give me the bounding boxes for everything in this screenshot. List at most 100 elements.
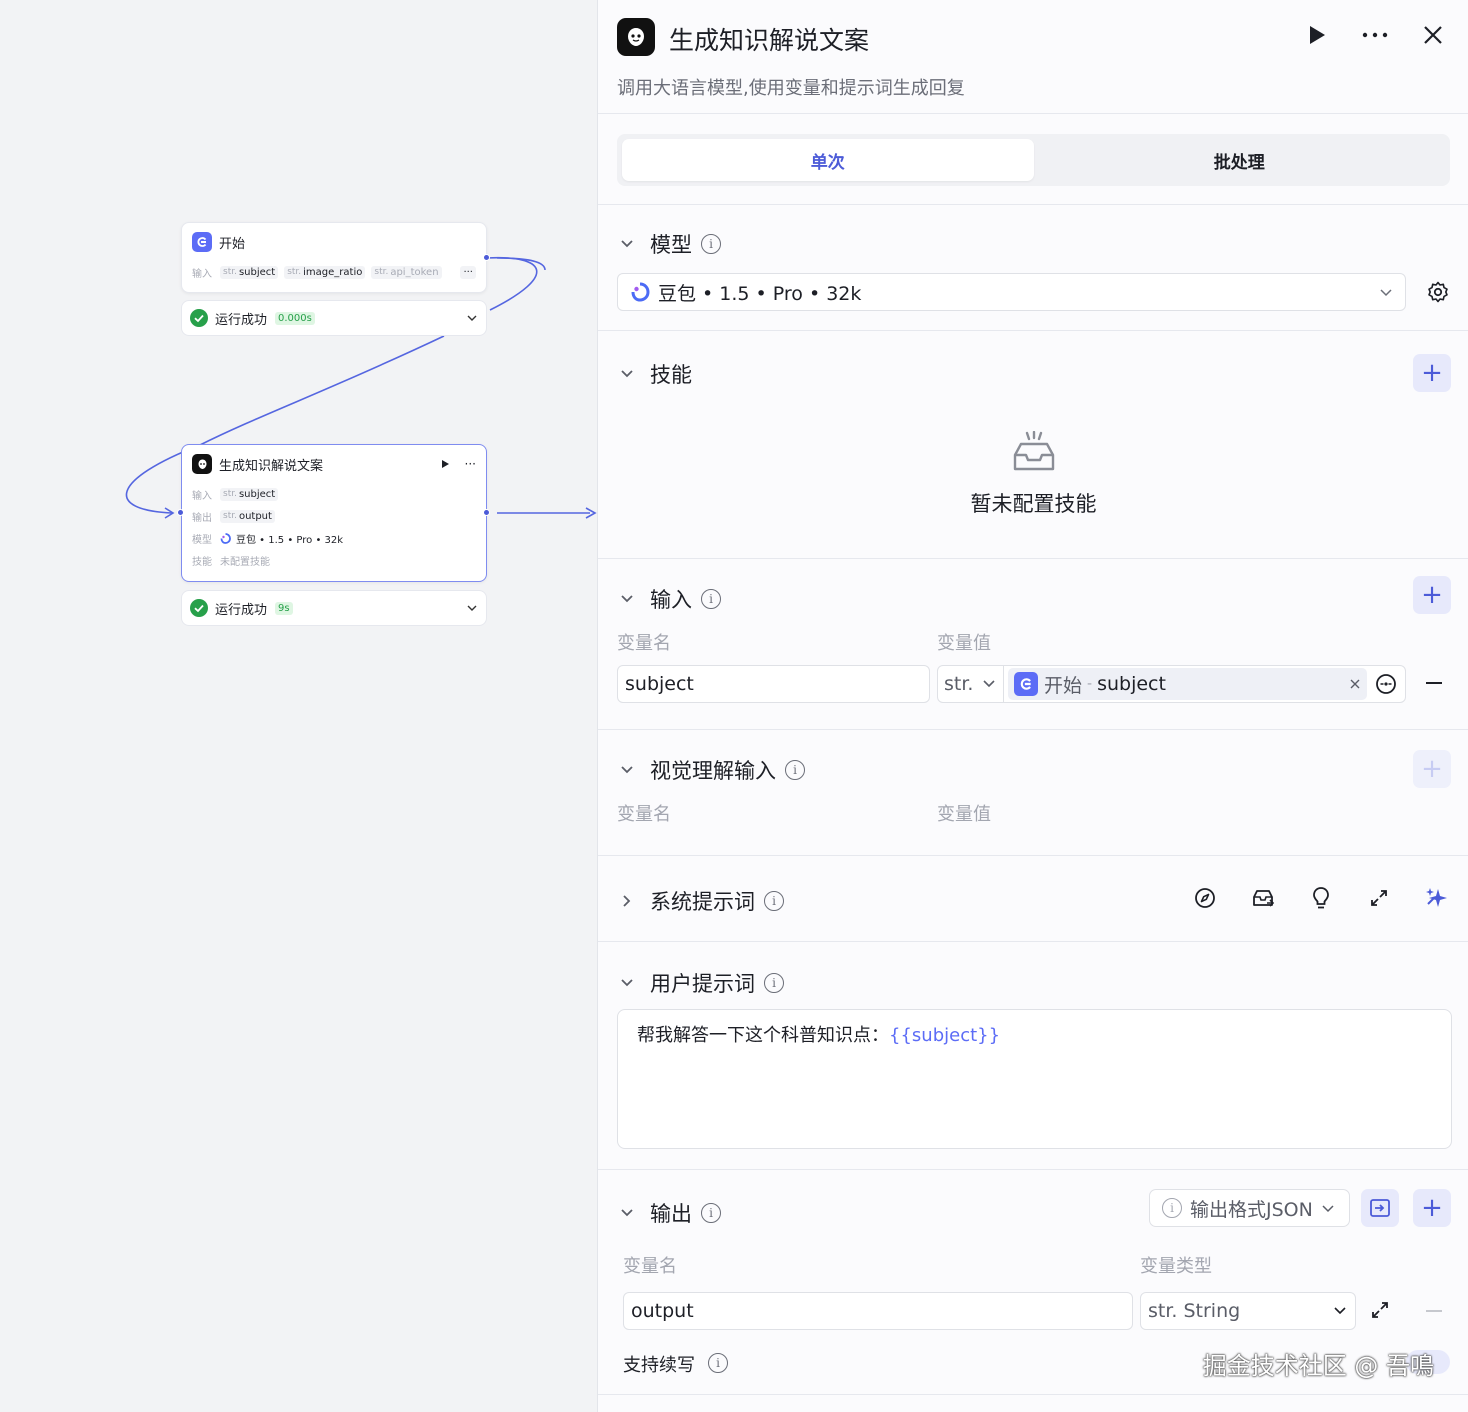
chevron-down-icon[interactable] (617, 589, 637, 609)
run-mode-tabs-section: 单次 批处理 (598, 114, 1468, 205)
user-prompt-editor[interactable]: 帮我解答一下这个科普知识点：{{subject}} (617, 1009, 1452, 1149)
tab-batch[interactable]: 批处理 (1034, 139, 1446, 181)
add-input-button[interactable]: + (1413, 576, 1451, 614)
input-ref-var: subject (1097, 673, 1166, 695)
chevron-down-icon[interactable] (466, 312, 478, 324)
vision-input-section-header[interactable]: 视觉理解输入 i (617, 755, 805, 785)
chevron-down-icon (1322, 1205, 1334, 1213)
llm-status-time: 9s (275, 601, 293, 615)
import-output-button[interactable] (1361, 1189, 1399, 1227)
llm-node-icon (192, 454, 212, 474)
clear-icon[interactable] (1349, 678, 1361, 690)
run-button[interactable] (1304, 22, 1330, 48)
input-var-name-field[interactable]: subject (617, 665, 930, 703)
run-mode-tabs: 单次 批处理 (617, 134, 1450, 186)
info-icon[interactable]: i (764, 973, 784, 993)
info-icon[interactable]: i (701, 234, 721, 254)
chevron-down-icon[interactable] (617, 760, 637, 780)
llm-more-icon[interactable]: ··· (465, 457, 476, 471)
info-icon[interactable]: i (764, 891, 784, 911)
ai-sparkle-icon[interactable] (1423, 884, 1451, 912)
input-ref-chip[interactable]: 开始 - subject (1008, 668, 1367, 700)
llm-node-status[interactable]: 运行成功 9s (181, 590, 487, 626)
tab-single[interactable]: 单次 (622, 139, 1034, 181)
chevron-down-icon[interactable] (617, 234, 637, 254)
panel-title[interactable]: 生成知识解说文案 (669, 21, 869, 57)
play-icon (1310, 26, 1325, 44)
workflow-canvas[interactable]: 开始 输入 str. subject str. image_ratio str. ap… (0, 0, 597, 1412)
start-status-text: 运行成功 (215, 312, 268, 328)
start-node-status[interactable]: 运行成功 0.000s (181, 300, 487, 336)
output-format-select[interactable]: i 输出格式JSON (1149, 1189, 1350, 1227)
info-icon[interactable]: i (785, 760, 805, 780)
user-prompt-section-title: 用户提示词 (650, 972, 755, 996)
output-section-header[interactable]: 输出 i (617, 1198, 721, 1228)
output-section-title: 输出 (650, 1202, 692, 1226)
input-section-header[interactable]: 输入 i (617, 584, 721, 614)
add-vision-input-button[interactable]: + (1413, 750, 1451, 788)
start-more-inputs-button[interactable]: ··· (460, 265, 476, 279)
add-output-button[interactable]: + (1413, 1189, 1451, 1227)
lightbulb-icon[interactable] (1307, 884, 1335, 912)
system-prompt-section-header[interactable]: 系统提示词 i (617, 886, 784, 916)
output-expand-button[interactable] (1370, 1300, 1392, 1322)
chevron-down-icon[interactable] (617, 364, 637, 384)
model-select[interactable]: 豆包 • 1.5 • Pro • 32k (617, 273, 1406, 311)
streaming-label: 支持续写 (623, 1355, 695, 1376)
prompt-library-icon[interactable] (1249, 884, 1277, 912)
llm-node-title: 生成知识解说文案 (219, 458, 324, 474)
llm-model-value: 豆包 • 1.5 • Pro • 32k (236, 534, 344, 546)
model-settings-button[interactable] (1426, 280, 1450, 304)
system-prompt-section-title: 系统提示词 (650, 890, 755, 914)
user-prompt-variable[interactable]: {{subject}} (889, 1025, 1000, 1046)
llm-model-label: 模型 (192, 534, 212, 546)
chevron-down-icon[interactable] (617, 973, 637, 993)
start-status-time: 0.000s (275, 311, 315, 325)
model-section-header[interactable]: 模型 i (617, 229, 721, 259)
remove-input-icon[interactable] (1426, 682, 1442, 686)
output-var-name-field[interactable]: output (623, 1292, 1133, 1330)
input-section: 输入 i + 变量名 变量值 subject str. 开始 - subject (598, 559, 1468, 730)
compass-icon[interactable] (1191, 884, 1219, 912)
more-options-button[interactable] (1362, 22, 1388, 48)
user-prompt-section-header[interactable]: 用户提示词 i (617, 968, 784, 998)
llm-node-output-port[interactable] (483, 509, 490, 516)
panel-description[interactable]: 调用大语言模型,使用变量和提示词生成回复 (617, 74, 965, 100)
variable-picker-icon[interactable] (1375, 673, 1397, 695)
close-icon (1424, 26, 1442, 44)
llm-input-chip: str. subject (220, 487, 279, 501)
start-node-icon (192, 232, 212, 252)
input-col-name-label: 变量名 (617, 633, 671, 654)
llm-node-header: 生成知识解说文案 ··· (182, 445, 486, 483)
start-node[interactable]: 开始 输入 str. subject str. image_ratio str. ap… (181, 222, 487, 293)
panel-header: 生成知识解说文案 调用大语言模型,使用变量和提示词生成回复 (598, 0, 1468, 114)
chevron-down-icon[interactable] (466, 602, 478, 614)
input-type-select[interactable]: str. (938, 666, 1004, 702)
close-button[interactable] (1420, 22, 1446, 48)
input-col-value-label: 变量值 (937, 633, 991, 654)
doubao-logo-icon (631, 282, 650, 302)
info-icon[interactable]: i (708, 1353, 728, 1373)
run-icon[interactable] (439, 458, 451, 470)
chevron-right-icon[interactable] (617, 891, 637, 911)
edge-layer (125, 256, 597, 519)
chevron-down-icon[interactable] (617, 1203, 637, 1223)
input-section-title: 输入 (650, 588, 692, 612)
add-skill-button[interactable]: + (1413, 354, 1451, 392)
input-ref-node: 开始 (1044, 674, 1083, 697)
info-icon[interactable]: i (701, 589, 721, 609)
llm-node[interactable]: 生成知识解说文案 ··· 输入 str. subject 输出 str. outpu… (181, 444, 487, 582)
expand-icon[interactable] (1365, 884, 1393, 912)
start-input-chip: str. subject (220, 265, 279, 279)
remove-output-icon[interactable] (1426, 1310, 1442, 1314)
input-ref-sep: - (1087, 676, 1093, 692)
info-icon[interactable]: i (701, 1203, 721, 1223)
import-icon (1370, 1199, 1390, 1217)
llm-node-input-port[interactable] (177, 509, 184, 516)
output-type-prefix: str. (1148, 1300, 1178, 1322)
skills-section-header[interactable]: 技能 (617, 359, 692, 389)
output-type-select[interactable]: str. String (1140, 1292, 1356, 1330)
llm-input-label: 输入 (192, 490, 212, 502)
start-node-output-port[interactable] (483, 254, 490, 261)
more-icon (1362, 32, 1388, 38)
